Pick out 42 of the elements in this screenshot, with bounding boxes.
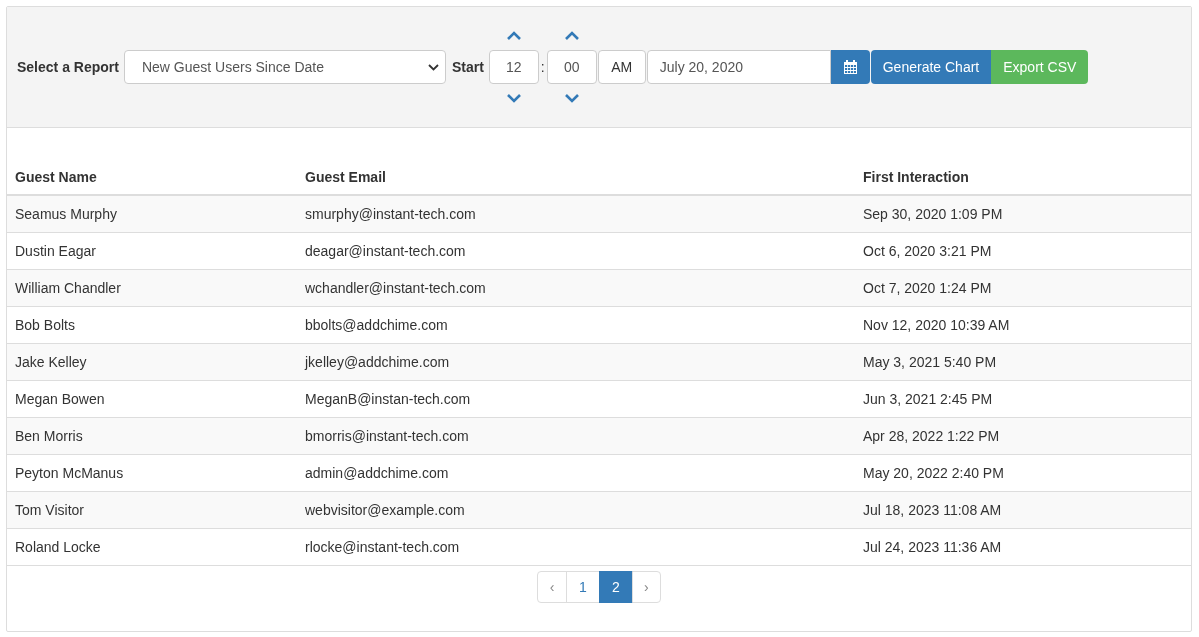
table-cell: Ben Morris (7, 417, 297, 455)
chevron-down-icon[interactable] (506, 94, 521, 103)
table-cell: rlocke@instant-tech.com (297, 528, 855, 566)
time-separator: : (540, 59, 545, 75)
previous-page-link[interactable]: ‹ (537, 571, 568, 603)
table-cell: webvisitor@example.com (297, 491, 855, 529)
table-cell: Jul 18, 2023 11:08 AM (855, 491, 1191, 529)
chevron-up-icon[interactable] (564, 31, 579, 40)
hour-field[interactable]: 12 (488, 50, 539, 84)
table-cell: William Chandler (7, 269, 297, 307)
table-cell: wchandler@instant-tech.com (297, 269, 855, 307)
table-cell: Tom Visitor (7, 491, 297, 529)
table-cell: Oct 7, 2020 1:24 PM (855, 269, 1191, 307)
table-cell: Seamus Murphy (7, 195, 297, 233)
column-header: Guest Email (305, 169, 386, 185)
calendar-button[interactable] (830, 50, 870, 84)
table-cell: jkelley@addchime.com (297, 343, 855, 381)
table-cell: smurphy@instant-tech.com (297, 195, 855, 233)
generate-chart-button[interactable]: Generate Chart (870, 50, 992, 84)
chevron-up-icon[interactable] (506, 31, 521, 40)
table-cell: Sep 30, 2020 1:09 PM (855, 195, 1191, 233)
caret-icon (427, 63, 439, 71)
start-label: Start (451, 59, 484, 75)
date-field[interactable]: July 20, 2020 (646, 50, 831, 84)
calendar-icon (843, 60, 857, 74)
next-page-link[interactable]: › (631, 571, 661, 603)
table-cell: Jake Kelley (7, 343, 297, 381)
minute-field[interactable]: 00 (546, 50, 597, 84)
column-header: Guest Name (15, 169, 97, 185)
table-cell: bmorris@instant-tech.com (297, 417, 855, 455)
export-csv-button[interactable]: Export CSV (991, 50, 1089, 84)
table-cell: Roland Locke (7, 528, 297, 566)
table-cell: Jul 24, 2023 11:36 AM (855, 528, 1191, 566)
table-cell: May 3, 2021 5:40 PM (855, 343, 1191, 381)
meridian-toggle[interactable]: AM (597, 50, 646, 84)
report-select[interactable]: New Guest Users Since Date (123, 50, 446, 84)
page-link[interactable]: 1 (566, 571, 600, 603)
table-cell: Apr 28, 2022 1:22 PM (855, 417, 1191, 455)
report-label: Select a Report (17, 59, 119, 75)
page-link[interactable]: 2 (598, 571, 633, 603)
column-header: First Interaction (863, 169, 969, 185)
chevron-down-icon[interactable] (564, 94, 579, 103)
